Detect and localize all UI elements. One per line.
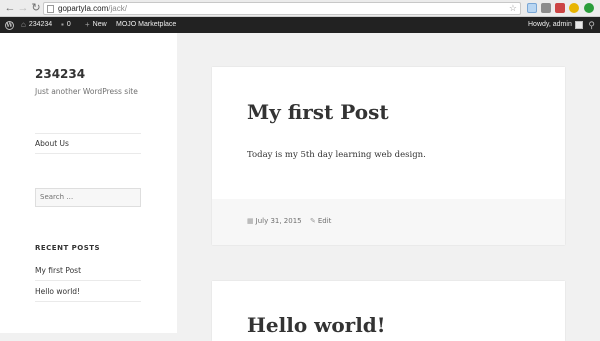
extension-icon[interactable] — [555, 3, 565, 13]
dashboard-icon: ⌂ — [21, 20, 26, 29]
reload-icon[interactable]: ↻ — [30, 2, 42, 14]
admin-bar-new[interactable]: + New — [85, 17, 107, 33]
plus-icon: + — [85, 20, 90, 29]
recent-post-link[interactable]: My first Post — [35, 260, 141, 281]
mojo-label: MOJO Marketplace — [116, 21, 177, 28]
avatar — [574, 21, 583, 29]
wp-logo-menu[interactable]: W — [5, 17, 14, 33]
search-input[interactable]: Search … — [35, 188, 141, 207]
admin-bar-comments[interactable]: ▪ 0 — [61, 17, 71, 33]
browser-toolbar: ← → ↻ gopartyla.com/jack/ ☆ — [0, 0, 600, 17]
address-bar[interactable]: gopartyla.com/jack/ ☆ — [43, 2, 521, 15]
url-path: /jack/ — [108, 4, 127, 13]
pencil-icon: ✎ — [310, 217, 316, 225]
recent-posts-list: My first Post Hello world! — [35, 260, 141, 302]
search-icon[interactable]: ⚲ — [588, 17, 595, 33]
edit-link[interactable]: ✎ Edit — [310, 217, 331, 225]
post-title[interactable]: My first Post — [247, 100, 389, 124]
extension-icon[interactable] — [584, 3, 594, 13]
forward-icon[interactable]: → — [17, 2, 29, 14]
extension-icon[interactable] — [541, 3, 551, 13]
recent-posts-heading: RECENT POSTS — [35, 244, 101, 252]
edit-label: Edit — [317, 217, 332, 225]
admin-bar-mojo[interactable]: MOJO Marketplace — [116, 17, 176, 33]
wp-admin-bar: W ⌂ 234234 ▪ 0 + New MOJO Marketplace Ho… — [0, 17, 600, 33]
post-title[interactable]: Hello world! — [247, 313, 386, 337]
back-icon[interactable]: ← — [4, 2, 16, 14]
menu-item-about-us[interactable]: About Us — [35, 139, 69, 148]
chrome-extension-icon[interactable] — [569, 3, 579, 13]
recent-post-link[interactable]: Hello world! — [35, 281, 141, 302]
post-card: Hello world! — [212, 281, 565, 341]
post-footer: ▦ July 31, 2015 ✎ Edit — [212, 199, 565, 245]
extension-icon[interactable] — [527, 3, 537, 13]
url-host: gopartyla.com — [58, 4, 109, 13]
wordpress-logo-icon: W — [5, 20, 14, 30]
admin-bar-site-label: 234234 — [28, 21, 53, 28]
nav-menu: About Us — [35, 133, 141, 154]
new-label: New — [92, 21, 107, 28]
post-card: My first Post Today is my 5th day learni… — [212, 67, 565, 245]
post-content: Today is my 5th day learning web design. — [247, 150, 426, 160]
page-icon — [47, 5, 54, 13]
post-date[interactable]: ▦ July 31, 2015 — [247, 217, 302, 225]
calendar-icon: ▦ — [247, 217, 254, 225]
admin-bar-site-name[interactable]: ⌂ 234234 — [21, 17, 52, 33]
comments-count: 0 — [66, 21, 71, 28]
howdy-label: Howdy, admin — [528, 21, 572, 28]
bookmark-star-icon[interactable]: ☆ — [509, 3, 517, 14]
site-title[interactable]: 234234 — [35, 67, 85, 81]
admin-bar-account[interactable]: Howdy, admin — [528, 17, 583, 33]
comment-icon: ▪ — [61, 20, 64, 29]
site-description: Just another WordPress site — [35, 87, 138, 96]
post-date-label: July 31, 2015 — [255, 217, 302, 225]
